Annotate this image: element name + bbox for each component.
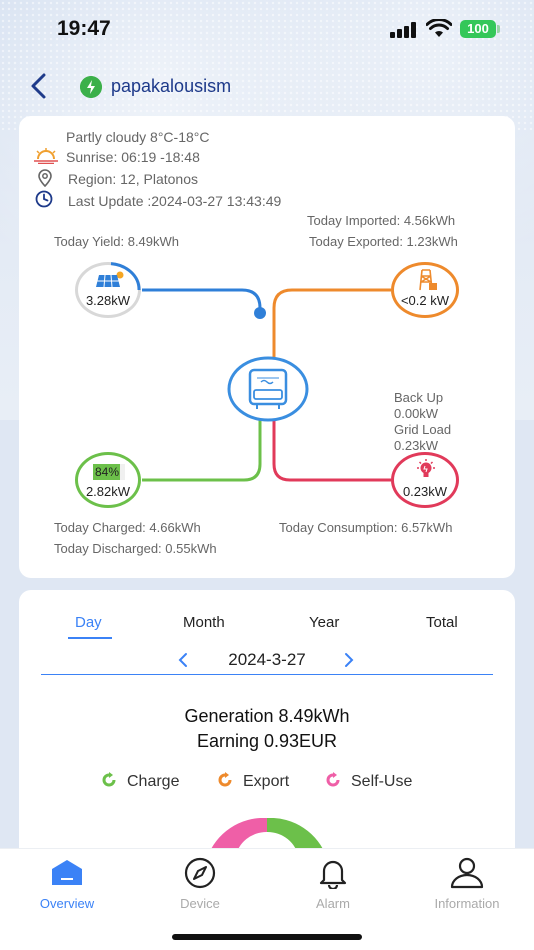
tab-information-label: Information [434, 896, 500, 911]
battery-soc: 84% [95, 465, 120, 479]
legend-self-use-label: Self-Use [351, 773, 413, 790]
gridload-label: Grid Load [394, 422, 452, 437]
grid-power: <0.2 kW [400, 293, 450, 308]
today-consumption: Today Consumption: 6.57kWh [279, 520, 453, 535]
backup-label: Back Up [394, 390, 444, 405]
next-date-button[interactable] [343, 652, 355, 668]
back-button[interactable] [26, 72, 52, 100]
export-legend-icon [218, 772, 232, 787]
charge-legend-icon [102, 772, 116, 787]
statistics-card: Day Month Year Total 2024-3-27 Generatio… [19, 590, 515, 860]
self-use-legend-icon [326, 772, 340, 787]
load-power: 0.23kW [402, 484, 448, 499]
tab-total[interactable]: Total [426, 614, 458, 631]
battery-power: 2.82kW [85, 484, 131, 499]
tab-year[interactable]: Year [309, 614, 339, 631]
lightbulb-icon [417, 459, 435, 477]
inverter-node[interactable] [227, 356, 309, 422]
legend-self-use[interactable]: Self-Use [325, 772, 412, 791]
pv-ring [110, 262, 141, 291]
gridload-value: 0.23kW [394, 438, 439, 453]
plant-name: papakalousism [111, 76, 232, 96]
lightning-icon [80, 76, 102, 98]
battery-node[interactable]: 84% 2.82kW [75, 452, 141, 508]
legend-export-label: Export [243, 773, 290, 790]
status-bar: 19:47 100 [0, 0, 534, 58]
status-time: 19:47 [57, 17, 111, 40]
tab-overview-label: Overview [39, 896, 95, 911]
bell-icon [319, 860, 347, 889]
tab-day[interactable]: Day [75, 614, 102, 631]
grid-node[interactable]: <0.2 kW [391, 262, 459, 318]
home-indicator [172, 934, 362, 940]
backup-value: 0.00kW [394, 406, 439, 421]
legend-export[interactable]: Export [217, 772, 289, 791]
cellular-signal-icon [390, 22, 416, 38]
wifi-icon [426, 19, 452, 37]
energy-flow-card: Partly cloudy 8°C-18°C Sunrise: 06:19 -1… [19, 116, 515, 578]
nav-header: papakalousism [0, 64, 534, 108]
active-tab-indicator [68, 637, 112, 639]
user-icon [450, 857, 484, 889]
battery-tip [497, 25, 500, 33]
tab-device-label: Device [180, 896, 220, 911]
earning-summary: Earning 0.93EUR [196, 731, 338, 751]
tab-month[interactable]: Month [183, 614, 225, 631]
generation-summary: Generation 8.49kWh [184, 706, 350, 726]
home-icon [52, 860, 82, 885]
selected-date[interactable]: 2024-3-27 [19, 650, 515, 670]
legend-charge-label: Charge [127, 773, 180, 790]
legend-charge[interactable]: Charge [101, 772, 179, 791]
compass-icon [184, 857, 216, 889]
load-node[interactable]: 0.23kW [391, 452, 459, 508]
battery-soc-bar: 84% [93, 464, 125, 480]
date-selector: 2024-3-27 [19, 648, 515, 674]
battery-indicator: 100 [460, 20, 496, 38]
today-charged: Today Charged: 4.66kWh [54, 520, 201, 535]
flow-lines [142, 288, 391, 482]
inverter-icon [227, 356, 309, 422]
date-divider [41, 674, 493, 675]
tab-alarm-label: Alarm [316, 896, 350, 911]
today-discharged: Today Discharged: 0.55kWh [54, 541, 217, 556]
power-tower-icon [419, 269, 437, 291]
